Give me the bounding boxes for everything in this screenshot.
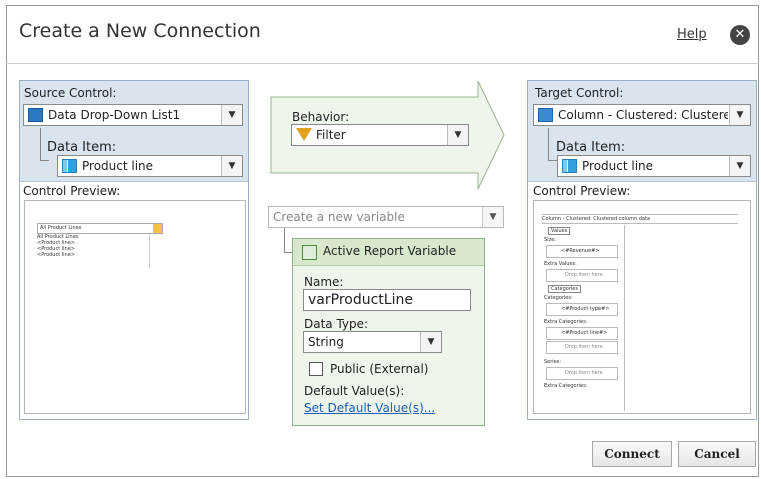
series-label: Series: — [544, 359, 562, 365]
chevron-down-icon[interactable]: ▼ — [729, 156, 750, 176]
drop-hint: Drop item here — [565, 344, 603, 350]
data-item-icon — [562, 159, 577, 173]
drop-hint: Drop item here — [565, 370, 603, 376]
behavior-label: Behavior: — [292, 110, 350, 124]
extra-categories-drop: Drop item here — [546, 341, 618, 354]
preview-dropdown: All Product Lines — [37, 223, 163, 234]
column-chart-icon — [538, 108, 553, 122]
variable-name-label: Name: — [304, 275, 344, 289]
drop-down-list-icon — [28, 108, 43, 122]
data-type-label: Data Type: — [304, 317, 369, 331]
source-data-item-value: Product line — [82, 159, 154, 173]
preview-chart-title: Column - Clustered: Clustered column dat… — [542, 216, 651, 222]
connect-button[interactable]: Connect — [592, 441, 672, 467]
categories-tab: Categories — [548, 285, 581, 293]
chevron-down-icon[interactable]: ▼ — [221, 156, 242, 176]
product-line-item: <#Product line#> — [561, 330, 608, 336]
create-variable-select[interactable]: Create a new variable ▼ — [268, 206, 504, 228]
chevron-down-icon[interactable]: ▼ — [420, 332, 441, 352]
variable-icon — [302, 245, 317, 260]
target-data-item-value: Product line — [582, 159, 654, 173]
revenue-slot: <#Revenue#> — [546, 245, 618, 258]
data-type-select[interactable]: String ▼ — [303, 331, 442, 353]
target-data-item-select[interactable]: Product line ▼ — [557, 155, 751, 177]
active-report-variable-header: Active Report Variable — [293, 239, 484, 266]
values-tab: Values — [548, 227, 571, 235]
target-control-value: Column - Clustered: Clustered col — [558, 108, 728, 122]
revenue-item: <#Revenue#> — [561, 248, 600, 254]
size-label: Size: — [544, 237, 556, 243]
close-icon[interactable]: ✕ — [730, 25, 750, 45]
chevron-down-icon[interactable]: ▼ — [482, 207, 503, 227]
source-data-item-select[interactable]: Product line ▼ — [57, 155, 243, 177]
source-control-label: Source Control: — [24, 86, 117, 100]
cancel-button[interactable]: Cancel — [678, 441, 756, 467]
public-checkbox[interactable] — [309, 362, 323, 376]
chevron-down-icon[interactable]: ▼ — [729, 105, 750, 125]
preview-list-item: <Product line> — [37, 252, 75, 258]
product-type-item: <#Product type#> — [561, 306, 610, 312]
set-default-values-link[interactable]: Set Default Value(s)... — [304, 401, 435, 415]
preview-dropdown-value: All Product Lines — [40, 225, 82, 231]
series-slot: Drop item here — [546, 367, 618, 380]
source-preview: All Product Lines All Product Lines <Pro… — [24, 200, 246, 414]
preview-listbox: All Product Lines <Product line> <Produc… — [37, 234, 150, 268]
help-link[interactable]: Help — [677, 27, 707, 42]
filter-icon — [296, 128, 312, 141]
behavior-select[interactable]: Filter ▼ — [291, 124, 469, 146]
extra-values-slot: Drop item here — [546, 269, 618, 282]
extra-categories-label: Extra Categories: — [544, 319, 588, 325]
active-report-variable-title: Active Report Variable — [323, 244, 457, 258]
extra-categories-label-2: Extra Categories: — [544, 383, 588, 389]
chevron-down-icon[interactable]: ▼ — [447, 125, 468, 145]
dialog-title: Create a New Connection — [19, 20, 261, 42]
preview-drop-zone-column: Values Size: <#Revenue#> Extra Values: D… — [544, 225, 625, 411]
preview-chart-header: Column - Clustered: Clustered column dat… — [542, 214, 738, 224]
categories-slot: <#Product type#> — [546, 303, 618, 316]
extra-categories-slot: <#Product line#> — [546, 327, 618, 340]
target-preview: Column - Clustered: Clustered column dat… — [533, 200, 751, 414]
source-control-select[interactable]: Data Drop-Down List1 ▼ — [23, 104, 243, 126]
source-data-item-label: Data Item: — [47, 140, 117, 155]
behavior-value: Filter — [316, 128, 346, 142]
source-control-value: Data Drop-Down List1 — [48, 108, 181, 122]
drop-hint: Drop item here — [565, 272, 603, 278]
target-data-item-label: Data Item: — [556, 140, 626, 155]
chevron-down-icon[interactable]: ▼ — [221, 105, 242, 125]
categories-label: Categories: — [544, 295, 573, 301]
default-values-label: Default Value(s): — [304, 384, 405, 398]
extra-values-label: Extra Values: — [544, 261, 577, 267]
data-type-value: String — [308, 335, 344, 349]
variable-name-input[interactable]: varProductLine — [303, 289, 471, 311]
target-control-label: Target Control: — [535, 86, 624, 100]
header-divider — [6, 63, 759, 64]
create-variable-placeholder: Create a new variable — [273, 210, 405, 224]
target-preview-label: Control Preview: — [533, 184, 631, 198]
target-control-select[interactable]: Column - Clustered: Clustered col ▼ — [533, 104, 751, 126]
preview-dropdown-arrow-icon — [153, 224, 162, 233]
data-item-icon — [62, 159, 77, 173]
public-label: Public (External) — [330, 362, 429, 376]
source-preview-label: Control Preview: — [23, 184, 121, 198]
